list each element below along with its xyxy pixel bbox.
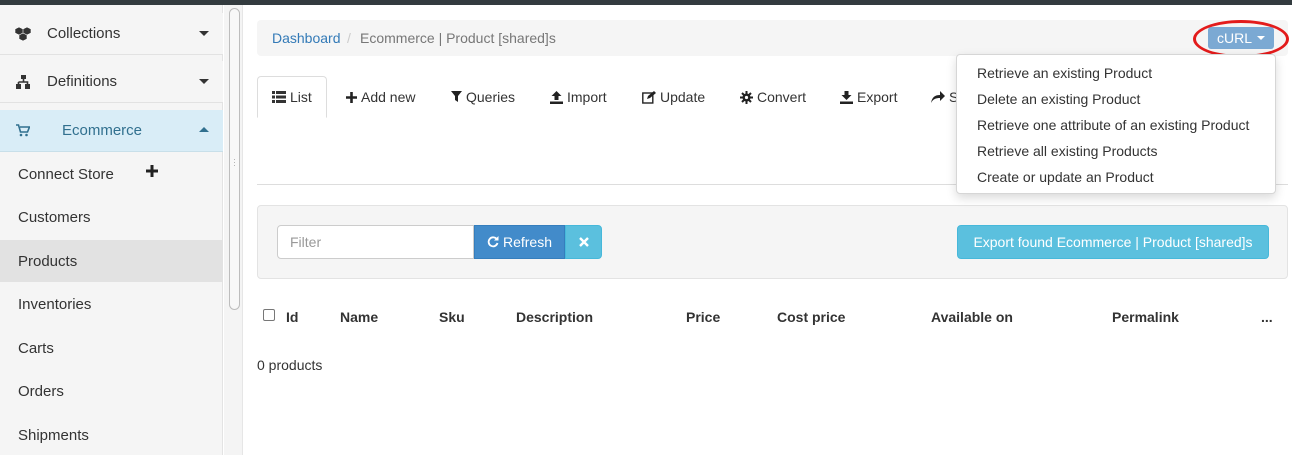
tab-convert[interactable]: Convert: [740, 76, 806, 118]
clear-filter-button[interactable]: [565, 225, 602, 259]
sidebar-item-products[interactable]: Products: [0, 240, 223, 282]
download-icon: [840, 90, 853, 104]
tab-label: Add new: [361, 89, 416, 105]
tab-list[interactable]: List: [257, 76, 327, 118]
sidebar-item-orders[interactable]: Orders: [0, 370, 223, 412]
plus-icon: [346, 91, 357, 103]
tab-label: Import: [567, 89, 607, 105]
breadcrumb-dashboard-link[interactable]: Dashboard: [272, 30, 341, 46]
sidebar-item-label: Shipments: [18, 426, 89, 444]
sidebar-item-label: Carts: [18, 339, 54, 357]
sidebar-section-collections[interactable]: Collections: [0, 13, 223, 55]
upload-icon: [550, 90, 563, 104]
chevron-down-icon: [199, 31, 209, 36]
curl-menu-item-create-update[interactable]: Create or update an Product: [957, 164, 1275, 190]
sitemap-icon: [14, 73, 32, 91]
chevron-down-icon: [199, 79, 209, 84]
column-header-sku[interactable]: Sku: [439, 309, 465, 325]
column-header-available-on[interactable]: Available on: [931, 309, 1013, 325]
sidebar-item-inventories[interactable]: Inventories: [0, 283, 223, 325]
sidebar-section-label: Ecommerce: [62, 122, 143, 139]
cubes-icon: [14, 25, 32, 43]
tab-label: Queries: [466, 89, 516, 105]
edit-icon: [642, 90, 656, 104]
column-header-more[interactable]: ...: [1261, 309, 1273, 325]
column-header-description[interactable]: Description: [516, 309, 593, 325]
breadcrumb-current: Ecommerce | Product [shared]s: [360, 30, 556, 46]
share-icon: [931, 91, 945, 103]
result-count: 0 products: [257, 357, 323, 373]
sidebar: Collections Definitions Ecommerce Connec…: [0, 5, 223, 455]
refresh-button[interactable]: Refresh: [474, 225, 565, 259]
plus-icon[interactable]: [146, 165, 158, 177]
curl-button-label: cURL: [1216, 30, 1252, 46]
column-header-cost-price[interactable]: Cost price: [777, 309, 845, 325]
curl-menu-item-delete[interactable]: Delete an existing Product: [957, 86, 1275, 112]
curl-menu-item-retrieve-all[interactable]: Retrieve all existing Products: [957, 138, 1275, 164]
chevron-up-icon: [199, 127, 209, 132]
curl-dropdown-button[interactable]: cURL: [1208, 27, 1274, 49]
curl-menu-item-retrieve[interactable]: Retrieve an existing Product: [957, 60, 1275, 86]
column-header-price[interactable]: Price: [686, 309, 720, 325]
sidebar-item-shipments[interactable]: Shipments: [0, 414, 223, 456]
sidebar-section-definitions[interactable]: Definitions: [0, 61, 223, 103]
sidebar-item-label: Inventories: [18, 295, 92, 313]
sidebar-item-label: Customers: [18, 208, 91, 226]
tab-label: Convert: [757, 89, 807, 105]
caret-down-icon: [1257, 36, 1265, 40]
tab-export[interactable]: Export: [840, 76, 897, 118]
export-found-label: Export found Ecommerce | Product [shared…: [973, 234, 1253, 250]
table-header: Id Name Sku Description Price Cost price…: [257, 300, 1288, 334]
select-all-checkbox[interactable]: [263, 309, 275, 321]
refresh-icon: [487, 236, 499, 248]
breadcrumb: Dashboard / Ecommerce | Product [shared]…: [257, 20, 1288, 56]
cart-icon: [14, 122, 32, 140]
tab-update[interactable]: Update: [642, 76, 705, 118]
sidebar-section-label: Collections: [47, 25, 121, 42]
column-header-name[interactable]: Name: [340, 309, 378, 325]
tab-label: List: [290, 89, 312, 105]
export-found-button[interactable]: Export found Ecommerce | Product [shared…: [957, 225, 1269, 259]
filter-input[interactable]: [277, 225, 474, 259]
filter-panel: Refresh Export found Ecommerce | Product…: [257, 205, 1288, 279]
list-icon: [272, 91, 286, 103]
sidebar-item-connect-store[interactable]: Connect Store: [0, 153, 223, 195]
sidebar-scrollbar[interactable]: · · ·: [224, 5, 243, 455]
sidebar-item-label: Connect Store: [18, 165, 114, 183]
tab-share[interactable]: S: [931, 76, 958, 118]
sidebar-item-label: Products: [18, 252, 78, 270]
refresh-button-label: Refresh: [502, 234, 553, 250]
breadcrumb-separator: /: [347, 30, 351, 46]
sidebar-item-carts[interactable]: Carts: [0, 327, 223, 369]
tab-add-new[interactable]: Add new: [346, 76, 415, 118]
curl-dropdown-menu: Retrieve an existing Product Delete an e…: [956, 54, 1276, 194]
curl-menu-item-retrieve-attribute[interactable]: Retrieve one attribute of an existing Pr…: [957, 112, 1275, 138]
filter-icon: [451, 91, 462, 102]
close-icon: [578, 237, 589, 247]
column-header-permalink[interactable]: Permalink: [1112, 309, 1179, 325]
sidebar-section-ecommerce[interactable]: Ecommerce: [0, 110, 223, 152]
column-header-id[interactable]: Id: [286, 309, 298, 325]
tab-import[interactable]: Import: [550, 76, 607, 118]
tab-label: Export: [857, 89, 898, 105]
gear-icon: [740, 90, 753, 104]
sidebar-item-customers[interactable]: Customers: [0, 196, 223, 238]
sidebar-item-label: Orders: [18, 382, 64, 400]
resize-grip-icon[interactable]: · · ·: [233, 155, 236, 170]
tab-queries[interactable]: Queries: [451, 76, 515, 118]
sidebar-section-label: Definitions: [47, 73, 118, 90]
tab-label: Update: [660, 89, 706, 105]
